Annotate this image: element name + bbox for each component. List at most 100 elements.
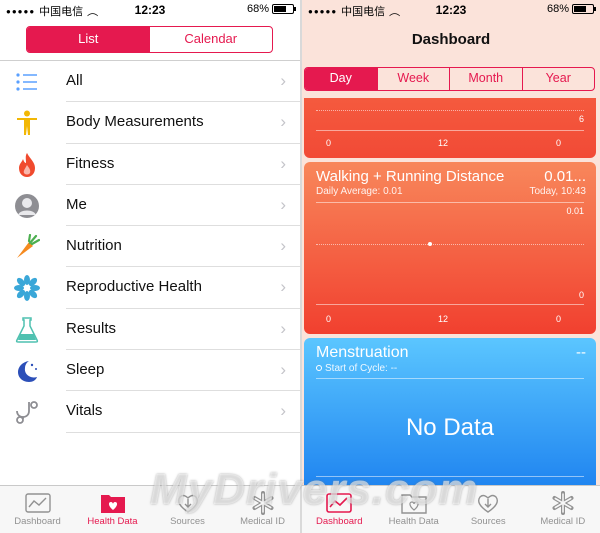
chevron-right-icon: › bbox=[280, 360, 286, 380]
list-segment[interactable]: List bbox=[27, 27, 150, 52]
tab-label: Health Data bbox=[388, 516, 439, 527]
flame-icon bbox=[14, 152, 40, 178]
x-axis-label: 12 bbox=[438, 138, 449, 148]
category-row-sleep[interactable]: Sleep › bbox=[0, 350, 300, 392]
asterisk-icon bbox=[550, 491, 576, 515]
tab-sources[interactable]: Sources bbox=[150, 486, 225, 533]
baseline bbox=[316, 304, 584, 305]
tab-sources[interactable]: Sources bbox=[451, 486, 526, 533]
category-row-fitness[interactable]: Fitness › bbox=[0, 144, 300, 185]
tab-health-data[interactable]: Health Data bbox=[75, 486, 150, 533]
snowflake-flower-icon bbox=[14, 275, 40, 302]
download-heart-icon bbox=[475, 492, 501, 514]
chevron-right-icon: › bbox=[280, 71, 286, 90]
person-figure-icon bbox=[14, 110, 40, 136]
chevron-right-icon: › bbox=[280, 401, 286, 421]
card-value: 0.01... bbox=[544, 168, 586, 185]
start-of-cycle: Start of Cycle: -- bbox=[316, 363, 397, 374]
category-label: Sleep bbox=[66, 361, 105, 379]
x-axis-label: 0 bbox=[326, 138, 332, 148]
folder-heart-icon bbox=[100, 492, 126, 514]
chevron-right-icon: › bbox=[280, 236, 286, 256]
battery-percent: 68% bbox=[546, 3, 569, 15]
tab-bar: Dashboard Health Data Sources Medical ID bbox=[302, 485, 600, 533]
x-axis-label: 0 bbox=[556, 138, 562, 148]
period-week[interactable]: Week bbox=[376, 68, 450, 90]
status-bar: ●●●●● 中国电信 ︵ 12:23 68% bbox=[302, 0, 600, 20]
status-bar: ●●●●● 中国电信 ︵ 12:23 68% bbox=[0, 0, 300, 20]
battery-percent: 68% bbox=[246, 3, 269, 15]
chevron-right-icon: › bbox=[280, 153, 286, 173]
chart-icon bbox=[326, 492, 353, 514]
timestamp: Today, 10:43 bbox=[529, 186, 586, 197]
tab-dashboard[interactable]: Dashboard bbox=[0, 486, 75, 533]
category-list: All › Body Measurements › Fitness › Me ›… bbox=[0, 61, 300, 433]
chevron-right-icon: › bbox=[280, 112, 286, 132]
x-axis-label: 0 bbox=[326, 314, 332, 324]
grid-line bbox=[316, 110, 584, 111]
tab-label: Health Data bbox=[87, 516, 138, 527]
download-heart-icon bbox=[175, 492, 201, 514]
health-data-screen: ●●●●● 中国电信 ︵ 12:23 68% List Calendar All… bbox=[0, 0, 300, 533]
tab-label: Medical ID bbox=[240, 516, 285, 527]
tab-health-data[interactable]: Health Data bbox=[377, 486, 452, 533]
circle-icon bbox=[316, 365, 322, 371]
tab-dashboard[interactable]: Dashboard bbox=[302, 486, 377, 533]
category-row-me[interactable]: Me › bbox=[0, 185, 300, 227]
tab-label: Medical ID bbox=[540, 516, 586, 527]
screenshot-stage: ●●●●● 中国电信 ︵ 12:23 68% List Calendar All… bbox=[0, 0, 600, 533]
list-calendar-segmented-control: List Calendar bbox=[26, 26, 273, 53]
tab-medical-id[interactable]: Medical ID bbox=[526, 486, 600, 533]
y-axis-max-label: 0.01 bbox=[566, 206, 584, 216]
no-data-label: No Data bbox=[405, 414, 495, 441]
tab-label: Dashboard bbox=[14, 516, 61, 527]
period-month[interactable]: Month bbox=[449, 68, 522, 90]
daily-average: Daily Average: 0.01 bbox=[316, 186, 403, 197]
tab-label: Dashboard bbox=[316, 516, 363, 527]
chevron-right-icon: › bbox=[280, 318, 286, 338]
stethoscope-icon bbox=[14, 399, 40, 425]
row-separator bbox=[66, 431, 300, 433]
category-row-nutrition[interactable]: Nutrition › bbox=[0, 226, 300, 268]
category-row-all[interactable]: All › bbox=[0, 61, 300, 103]
category-label: Results bbox=[66, 319, 117, 337]
menstruation-card[interactable]: Menstruation -- Start of Cycle: -- No Da… bbox=[304, 338, 596, 488]
battery-icon bbox=[272, 4, 296, 14]
grid-line bbox=[316, 378, 584, 379]
category-label: Reproductive Health bbox=[66, 278, 202, 296]
period-year[interactable]: Year bbox=[521, 68, 595, 90]
y-axis-min-label: 0 bbox=[578, 290, 584, 300]
dashboard-screen: ●●●●● 中国电信 ︵ 12:23 68% Dashboard Day Wee… bbox=[302, 0, 600, 533]
chevron-right-icon: › bbox=[280, 194, 286, 214]
carrot-icon bbox=[14, 234, 40, 260]
category-row-vitals[interactable]: Vitals › bbox=[0, 391, 300, 433]
chart-icon bbox=[24, 492, 51, 514]
card-title: Menstruation bbox=[316, 344, 409, 361]
y-axis-max-label: 6 bbox=[578, 114, 584, 124]
calendar-segment[interactable]: Calendar bbox=[150, 27, 273, 52]
battery-icon bbox=[572, 4, 596, 14]
grid-line bbox=[316, 244, 584, 245]
x-axis-label: 12 bbox=[438, 314, 449, 324]
folder-heart-icon bbox=[401, 492, 427, 514]
tab-medical-id[interactable]: Medical ID bbox=[225, 486, 300, 533]
category-row-body-measurements[interactable]: Body Measurements › bbox=[0, 102, 300, 144]
start-of-cycle-text: Start of Cycle: -- bbox=[325, 363, 398, 374]
list-icon bbox=[14, 69, 40, 95]
walking-running-card[interactable]: Walking + Running Distance 0.01... Daily… bbox=[304, 162, 596, 334]
chevron-right-icon: › bbox=[280, 277, 286, 297]
previous-metric-card[interactable]: 6 0 12 0 bbox=[304, 98, 596, 158]
period-day[interactable]: Day bbox=[305, 68, 377, 90]
baseline bbox=[316, 476, 584, 477]
flask-icon bbox=[14, 317, 40, 343]
asterisk-icon bbox=[250, 491, 276, 515]
category-label: Fitness bbox=[66, 154, 115, 172]
user-silhouette-icon bbox=[14, 193, 40, 219]
category-label: Vitals bbox=[66, 402, 103, 420]
category-row-reproductive-health[interactable]: Reproductive Health › bbox=[0, 267, 300, 309]
category-row-results[interactable]: Results › bbox=[0, 309, 300, 351]
category-label: Me bbox=[66, 195, 87, 213]
data-point bbox=[428, 242, 432, 246]
category-label: Nutrition bbox=[66, 237, 122, 255]
category-label: All bbox=[66, 72, 83, 89]
